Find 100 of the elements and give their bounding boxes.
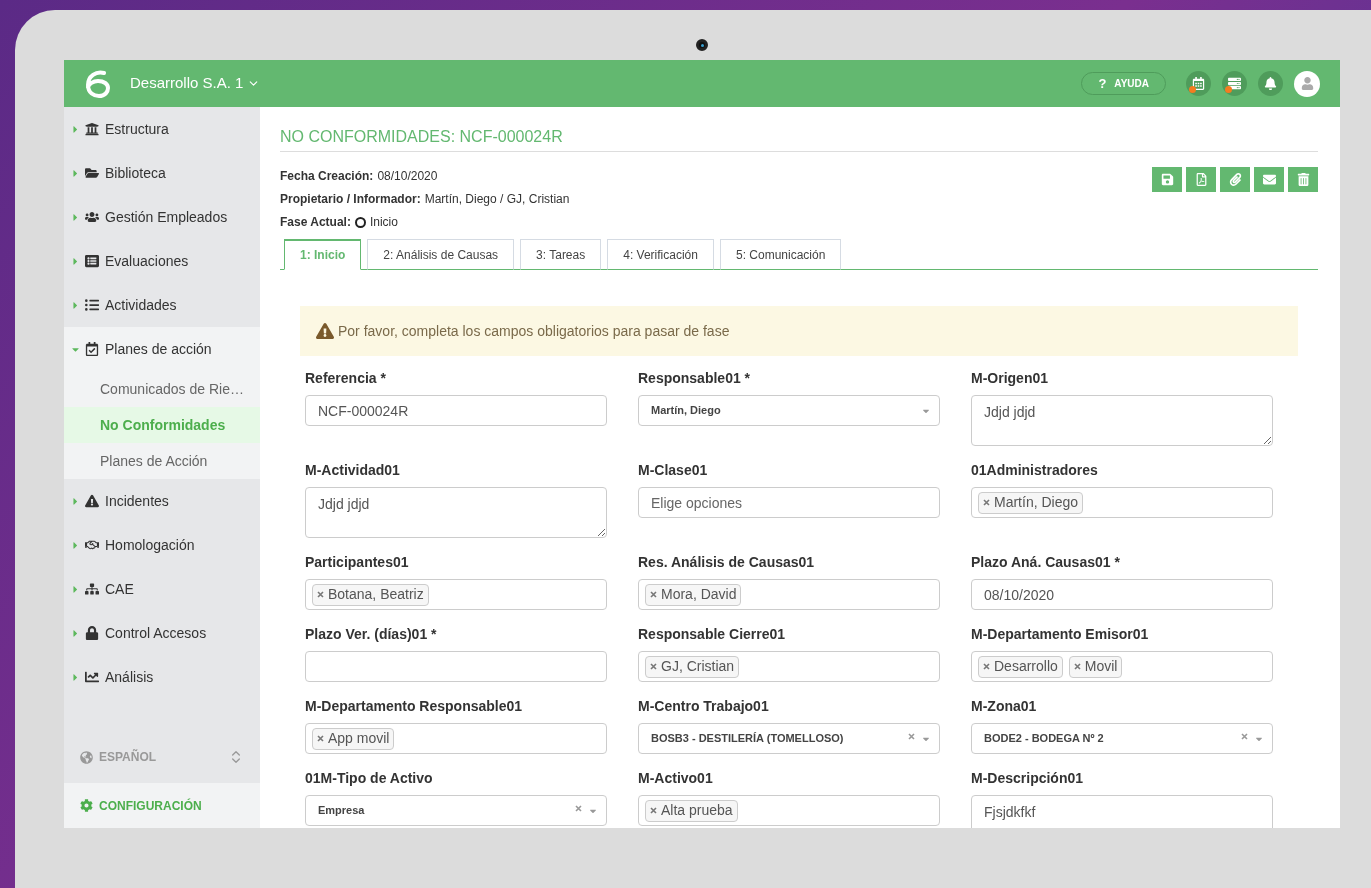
meta-value: Martín, Diego / GJ, Cristian	[424, 191, 570, 208]
table-icon	[85, 254, 99, 268]
pdf-icon	[1194, 173, 1208, 186]
remove-icon[interactable]	[983, 499, 990, 506]
remove-icon[interactable]	[317, 735, 324, 742]
selected-value: Martín, Diego	[651, 403, 722, 419]
meta-value: 08/10/2020	[377, 168, 438, 185]
field-label: M-Descripción01	[971, 769, 1085, 788]
select-field[interactable]: Martín, Diego	[638, 395, 940, 426]
tag-chip[interactable]: Desarrollo	[978, 655, 1063, 678]
field-label: M-Origen01	[971, 369, 1049, 388]
calendar-button[interactable]	[1185, 71, 1211, 96]
tags-field[interactable]: Martín, Diego	[971, 487, 1273, 518]
field-label: Participantes01	[305, 553, 410, 572]
field-label: M-Clase01	[638, 461, 709, 480]
sidebar-item[interactable]: Biblioteca	[64, 151, 260, 195]
field-label: M-Actividad01	[305, 461, 401, 480]
users-icon	[85, 210, 99, 224]
tab[interactable]: 4: Verificación	[607, 239, 714, 270]
sidebar-item[interactable]: Estructura	[64, 107, 260, 151]
text-field[interactable]: 08/10/2020	[971, 579, 1273, 610]
clear-icon[interactable]	[908, 733, 915, 740]
sidebar-item[interactable]: Análisis	[64, 655, 260, 699]
envelope-icon	[1262, 173, 1276, 186]
select-field[interactable]: BOSB3 - DESTILERÍA (TOMELLOSO)	[638, 723, 940, 754]
tab[interactable]: 3: Tareas	[520, 239, 602, 270]
remove-icon[interactable]	[317, 591, 324, 598]
sidebar-item[interactable]: Planes de acción	[64, 327, 260, 371]
remove-icon[interactable]	[650, 807, 657, 814]
tags-field[interactable]: Desarrollo Movil	[971, 651, 1273, 682]
remove-icon[interactable]	[1073, 663, 1081, 670]
bell-icon	[1263, 77, 1277, 90]
folder-icon	[85, 166, 99, 180]
select-field[interactable]: BODE2 - BODEGA Nº 2	[971, 723, 1273, 754]
sidebar-item[interactable]: CAE	[64, 567, 260, 611]
sitemap-icon	[85, 582, 99, 596]
trash-icon	[1296, 173, 1310, 186]
meta-value: Inicio	[369, 214, 398, 231]
field-label: 01M-Tipo de Activo	[305, 769, 434, 788]
tag-chip[interactable]: GJ, Cristian	[645, 655, 740, 678]
field-label: M-Centro Trabajo01	[638, 697, 770, 716]
logo-icon	[84, 69, 110, 98]
tag-chip[interactable]: App movil	[312, 727, 395, 750]
text-field[interactable]: Elige opciones	[638, 487, 940, 518]
sidebar-item[interactable]: Control Accesos	[64, 611, 260, 655]
tab[interactable]: 5: Comunicación	[719, 239, 842, 270]
bell-button[interactable]	[1257, 71, 1283, 96]
tags-field[interactable]: Mora, David	[638, 579, 940, 610]
field-label: Plazo Ver. (días)01 *	[305, 625, 438, 644]
tag-chip[interactable]: Martín, Diego	[978, 491, 1084, 514]
attach-button[interactable]	[1220, 167, 1250, 192]
submenu-item[interactable]: Planes de Acción	[64, 443, 260, 479]
email-button[interactable]	[1254, 167, 1284, 192]
user-icon	[1300, 77, 1314, 90]
line-chart-icon	[85, 670, 99, 684]
tag-chip[interactable]: Alta prueba	[645, 799, 738, 822]
tag-chip[interactable]: Movil	[1068, 655, 1123, 678]
remove-icon[interactable]	[983, 663, 990, 670]
text-area[interactable]: Jdjd jdjd	[971, 395, 1273, 446]
text-field[interactable]	[305, 651, 607, 682]
avatar-button[interactable]	[1294, 70, 1320, 97]
clear-icon[interactable]	[575, 805, 582, 812]
tag-chip[interactable]: Mora, David	[645, 583, 742, 606]
remove-icon[interactable]	[650, 591, 657, 598]
tag-chip[interactable]: Botana, Beatriz	[312, 583, 429, 606]
clear-icon[interactable]	[1241, 733, 1248, 740]
sidebar-item[interactable]: Actividades	[64, 283, 260, 327]
lock-icon	[85, 626, 99, 640]
pdf-button[interactable]	[1186, 167, 1216, 192]
text-area[interactable]: Fjsjdkfkf	[971, 795, 1273, 828]
sidebar-item[interactable]: Incidentes	[64, 479, 260, 523]
select-field[interactable]: Empresa	[305, 795, 607, 826]
calendar-icon	[1191, 77, 1205, 90]
tags-field[interactable]: App movil	[305, 723, 607, 754]
handshake-icon	[85, 538, 99, 552]
save-button[interactable]	[1152, 167, 1182, 192]
tags-field[interactable]: GJ, Cristian	[638, 651, 940, 682]
selected-value: Empresa	[318, 803, 366, 819]
text-field[interactable]: NCF-000024R	[305, 395, 607, 426]
list-button[interactable]	[1221, 71, 1247, 96]
submenu-item[interactable]: Comunicados de Rie…	[64, 371, 260, 407]
sidebar-item[interactable]: Gestión Empleados	[64, 195, 260, 239]
remove-icon[interactable]	[650, 663, 657, 670]
sidebar-item[interactable]: Evaluaciones	[64, 239, 260, 283]
page-title: NO CONFORMIDADES: NCF-000024R	[280, 125, 1318, 152]
meta-label: Propietario / Informador:	[280, 191, 421, 208]
field-label: Res. Análisis de Causas01	[638, 553, 816, 572]
field-label: Responsable01 *	[638, 369, 752, 388]
save-icon	[1160, 173, 1174, 186]
warning-icon	[316, 322, 334, 340]
tags-field[interactable]: Botana, Beatriz	[305, 579, 607, 610]
delete-button[interactable]	[1288, 167, 1318, 192]
text-area[interactable]: Jdjd jdjd	[305, 487, 607, 538]
field-label: M-Activo01	[638, 769, 714, 788]
sidebar-item[interactable]: Homologación	[64, 523, 260, 567]
warning-icon	[85, 494, 99, 508]
tab[interactable]: 2: Análisis de Causas	[367, 239, 515, 270]
field-label: M-Departamento Emisor01	[971, 625, 1150, 644]
paperclip-icon	[1228, 173, 1242, 186]
tags-field[interactable]: Alta prueba	[638, 795, 940, 826]
